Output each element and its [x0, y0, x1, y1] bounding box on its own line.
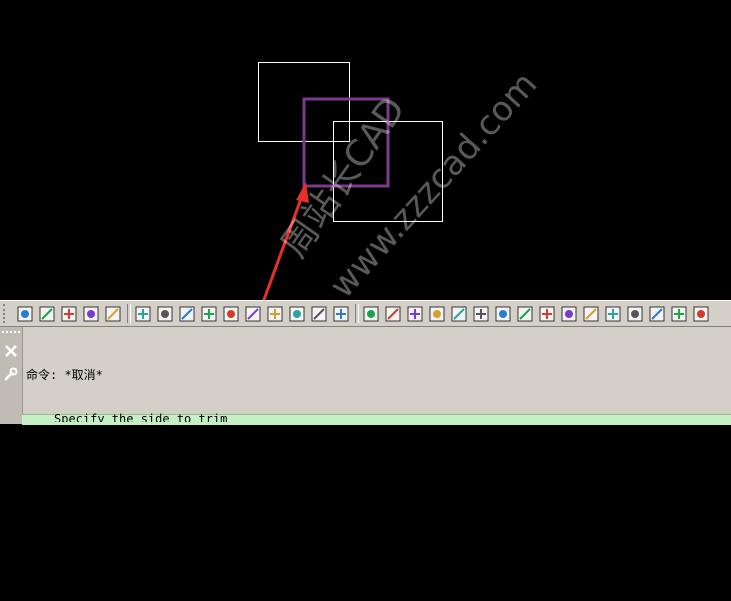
block-icon — [179, 306, 195, 321]
wrench-icon[interactable] — [4, 367, 18, 381]
isolate-icon — [135, 306, 151, 321]
command-window: 命令: *取消* 命令: *取消* 命令: EXTRIM Pick a POLY… — [0, 327, 731, 568]
distance-button[interactable] — [331, 304, 351, 324]
paste-button[interactable] — [669, 304, 689, 324]
column-icon — [561, 306, 577, 321]
layer-filter-icon — [83, 306, 99, 321]
select-window-button[interactable] — [361, 304, 381, 324]
copy-icon — [649, 306, 665, 321]
command-input-text: Specify the side to trim — [54, 412, 228, 422]
break-icon — [517, 306, 533, 321]
node-icon — [429, 306, 445, 321]
color-fill-icon — [407, 306, 423, 321]
document-button[interactable] — [625, 304, 645, 324]
line-icon — [385, 306, 401, 321]
pencil-icon — [451, 306, 467, 321]
divider-line-icon — [473, 306, 489, 321]
match-prop-icon — [105, 306, 121, 321]
command-input[interactable]: Specify the side to trim — [22, 412, 731, 425]
toolbar-buttons — [15, 304, 713, 324]
paste-icon — [671, 306, 687, 321]
close-icon[interactable] — [4, 344, 18, 358]
select-window-icon — [363, 306, 379, 321]
command-line: Pick a POLYLINE, LINE, CIRCLE, ARC, ELLI… — [26, 507, 648, 522]
toolbar-separator — [127, 304, 131, 323]
extend-tool-button[interactable] — [243, 304, 263, 324]
command-gutter — [0, 327, 23, 424]
save-icon — [39, 306, 55, 321]
divider-line-button[interactable] — [471, 304, 491, 324]
text-icon — [605, 306, 621, 321]
layer-state-icon — [61, 306, 77, 321]
layer-manager-icon — [17, 306, 33, 321]
command-line: 命令: *取消* — [26, 368, 103, 382]
measure-icon — [311, 306, 327, 321]
layer-list-icon — [495, 306, 511, 321]
dimension-icon — [289, 306, 305, 321]
mirror-icon — [267, 306, 283, 321]
command-line: 命令: — [26, 554, 58, 568]
isolate-button[interactable] — [133, 304, 153, 324]
point-button[interactable] — [199, 304, 219, 324]
layer-filter-button[interactable] — [81, 304, 101, 324]
pencil-button[interactable] — [449, 304, 469, 324]
measure-button[interactable] — [309, 304, 329, 324]
multi-circle-button[interactable] — [155, 304, 175, 324]
trim-tool-button[interactable] — [221, 304, 241, 324]
line-button[interactable] — [383, 304, 403, 324]
pen-tool-icon — [693, 306, 709, 321]
break-button[interactable] — [515, 304, 535, 324]
layer-manager-button[interactable] — [15, 304, 35, 324]
drawing-canvas[interactable]: 周站长CAD www.zzzcad.com — [0, 0, 731, 300]
drawing-svg: 周站长CAD www.zzzcad.com — [258, 62, 545, 300]
grip-dots[interactable] — [2, 331, 20, 337]
table-icon — [539, 306, 555, 321]
layer-state-button[interactable] — [59, 304, 79, 324]
save-button[interactable] — [37, 304, 57, 324]
command-history: 命令: *取消* 命令: *取消* 命令: EXTRIM Pick a POLY… — [26, 337, 647, 601]
text-button[interactable] — [603, 304, 623, 324]
copy-button[interactable] — [647, 304, 667, 324]
table-button[interactable] — [537, 304, 557, 324]
toolbar-grip[interactable] — [3, 304, 11, 323]
document-icon — [627, 306, 643, 321]
trim-tool-icon — [223, 306, 239, 321]
color-fill-button[interactable] — [405, 304, 425, 324]
mirror-button[interactable] — [265, 304, 285, 324]
distance-icon — [333, 306, 349, 321]
extend-tool-icon — [245, 306, 261, 321]
match-prop-button[interactable] — [103, 304, 123, 324]
pen-tool-button[interactable] — [691, 304, 711, 324]
block-button[interactable] — [177, 304, 197, 324]
node-button[interactable] — [427, 304, 447, 324]
column-button[interactable] — [559, 304, 579, 324]
point-icon — [201, 306, 217, 321]
label-icon — [583, 306, 599, 321]
layer-list-button[interactable] — [493, 304, 513, 324]
label-button[interactable] — [581, 304, 601, 324]
toolbar-separator — [355, 304, 359, 323]
multi-circle-icon — [157, 306, 173, 321]
toolbar — [0, 300, 731, 327]
dimension-button[interactable] — [287, 304, 307, 324]
command-line: 命令: EXTRIM — [26, 461, 108, 475]
